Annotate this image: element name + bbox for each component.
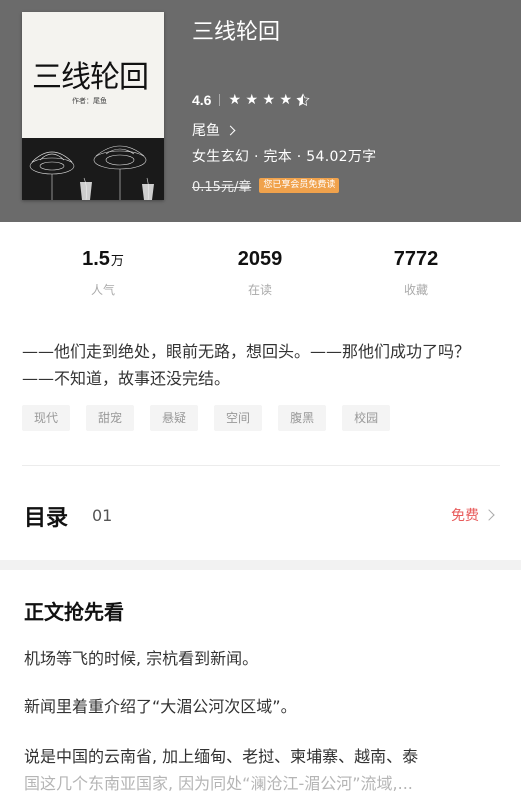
toc-free-link[interactable]: 免费: [451, 505, 495, 525]
stat-popularity: 1.5万 人气: [43, 248, 163, 298]
book-meta: 女生玄幻 · 完本 · 54.02万字: [192, 149, 377, 165]
table-of-contents-row[interactable]: 目录 01 免费: [0, 466, 521, 560]
tag-chip[interactable]: 悬疑: [150, 405, 199, 431]
author-link[interactable]: 尾鱼: [192, 120, 236, 140]
star-full-icon: ★: [245, 92, 259, 108]
book-header: 三线轮回 作者：尾鱼 三线轮回 4.6 ★ ★ ★ ★ 尾鱼 女生玄幻 · 完本…: [0, 0, 521, 222]
stat-reading: 2059 在读: [200, 248, 320, 298]
rating-divider: [219, 94, 221, 106]
preview-title: 正文抢先看: [24, 600, 124, 624]
tag-chip[interactable]: 甜宠: [86, 405, 135, 431]
section-gap: [0, 560, 521, 570]
preview-line: 说是中国的云南省, 加上缅甸、老挝、柬埔寨、越南、泰: [24, 747, 419, 766]
preview-line-faded: 国这几个东南亚国家, 因为同处“澜沧江-湄公河”流域,...: [24, 774, 413, 793]
rating-stars: ★ ★ ★ ★: [228, 93, 313, 107]
rating-score: 4.6: [192, 92, 212, 108]
free-label: 免费: [451, 508, 479, 524]
stat-value: 2059: [237, 248, 283, 270]
stat-label: 在读: [247, 283, 272, 297]
tag-chip[interactable]: 腹黑: [278, 405, 327, 431]
stat-favorites: 7772 收藏: [356, 248, 476, 298]
tag-list: 现代 甜宠 悬疑 空间 腹黑 校园: [22, 405, 406, 431]
book-cover[interactable]: 三线轮回 作者：尾鱼: [22, 12, 164, 200]
chevron-right-icon: [483, 509, 495, 521]
star-full-icon: ★: [279, 92, 293, 108]
stat-label: 人气: [90, 283, 115, 297]
cover-lotus-art: [22, 138, 164, 200]
vip-free-badge: 您已享会员免费读: [259, 178, 340, 193]
tag-chip[interactable]: 空间: [214, 405, 263, 431]
star-full-icon: ★: [262, 92, 276, 108]
preview-paragraph: 新闻里着重介绍了“大湄公河次区域”。: [24, 697, 297, 716]
stat-value: 7772: [393, 248, 439, 270]
stat-value: 1.5万: [82, 248, 124, 270]
star-half-icon: [296, 93, 313, 107]
cover-author: 作者：尾鱼: [72, 97, 107, 105]
stats-row: 1.5万 人气 2059 在读 7772 收藏: [0, 248, 521, 308]
author-name: 尾鱼: [192, 123, 220, 139]
toc-title: 目录: [24, 506, 69, 531]
tag-chip[interactable]: 校园: [342, 405, 391, 431]
book-description: ——他们走到绝处，眼前无路，想回头。——那他们成功了吗？——不知道，故事还没完结…: [22, 342, 471, 388]
cover-title: 三线轮回: [32, 60, 149, 95]
book-title: 三线轮回: [192, 20, 281, 45]
chapter-price: 0.15元/章: [192, 180, 252, 195]
stat-label: 收藏: [403, 283, 428, 297]
tag-chip[interactable]: 现代: [22, 405, 71, 431]
preview-paragraph: 说是中国的云南省, 加上缅甸、老挝、柬埔寨、越南、泰 国这几个东南亚国家, 因为…: [24, 743, 498, 797]
preview-paragraph: 机场等飞的时候, 宗杭看到新闻。: [24, 649, 259, 668]
star-full-icon: ★: [228, 92, 242, 108]
price-row: 0.15元/章 您已享会员免费读: [192, 176, 340, 195]
toc-chapter-number: 01: [92, 506, 113, 525]
rating-row: 4.6 ★ ★ ★ ★: [192, 90, 313, 110]
chevron-right-icon: [225, 125, 236, 136]
